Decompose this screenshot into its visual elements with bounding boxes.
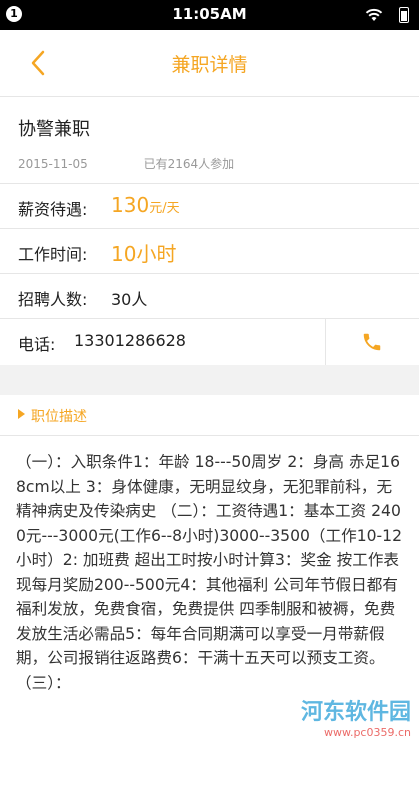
salary-row: 薪资待遇: 130元/天 [0,184,419,229]
work-time-row: 工作时间: 10小时 [0,229,419,274]
phone-divider [325,319,326,365]
salary-amount: 130 [111,193,150,217]
recruit-label: 招聘人数: [18,290,88,309]
job-info: 协警兼职 2015-11-05 已有2164人参加 薪资待遇: 130元/天 工… [0,97,419,365]
salary-label: 薪资待遇: [18,200,88,219]
description-header: 职位描述 [0,395,419,436]
salary-value: 130元/天 [111,193,180,217]
recruit-value: 30人 [111,290,148,309]
watermark: 河东软件园 www.pc0359.cn [301,694,411,739]
job-title: 协警兼职 [18,119,90,140]
job-date: 2015-11-05 [18,157,88,171]
salary-unit: 元/天 [149,201,180,216]
battery-icon [399,7,409,23]
job-meta: 2015-11-05 已有2164人参加 [18,155,401,172]
status-time: 11:05AM [172,5,247,23]
participant-count: 已有2164人参加 [143,157,235,171]
phone-number[interactable]: 13301286628 [74,331,186,350]
work-time-value: 10小时 [111,242,177,266]
work-time-label: 工作时间: [18,245,88,264]
watermark-title: 河东软件园 [300,700,411,725]
status-bar: 1 11:05AM [0,0,419,30]
job-header: 协警兼职 2015-11-05 已有2164人参加 [0,97,419,184]
phone-row: 电话: 13301286628 [0,319,419,365]
description-title: 职位描述 [31,409,87,425]
watermark-url: www.pc0359.cn [323,726,411,739]
page-title: 兼职详情 [171,54,248,76]
phone-call-icon[interactable] [361,331,383,353]
wifi-icon [365,8,383,21]
navbar: 兼职详情 [0,30,419,97]
recruit-row: 招聘人数: 30人 [0,274,419,319]
section-gap [0,365,419,395]
phone-label: 电话: [18,335,56,354]
triangle-right-icon [18,409,25,419]
